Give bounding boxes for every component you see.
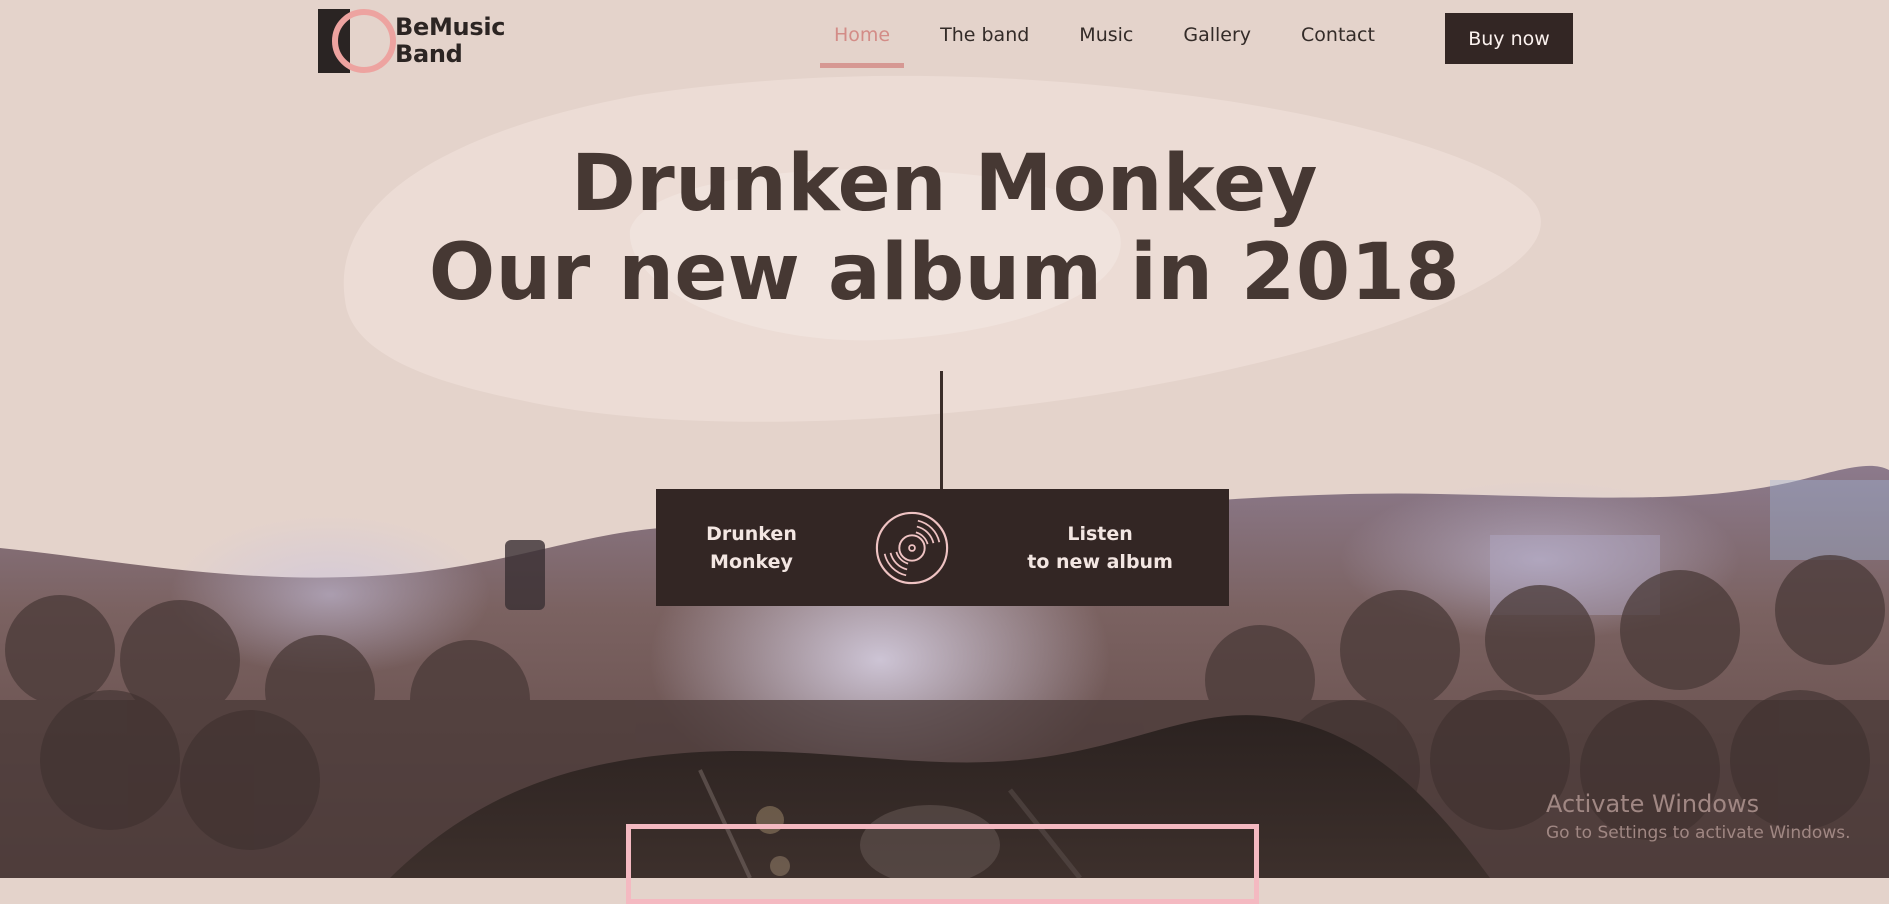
nav-item-home[interactable]: Home [820,0,905,70]
main-nav: Home The band Music Gallery Contact [820,0,1411,70]
nav-item-contact[interactable]: Contact [1287,0,1389,70]
activate-windows-subtitle: Go to Settings to activate Windows. [1546,823,1851,843]
hero-background [0,75,1889,878]
video-frame [626,824,1259,904]
buy-now-button[interactable]: Buy now [1445,13,1573,64]
brand-name-line2: Band [395,40,463,68]
logo-icon [318,9,396,73]
nav-item-the-band[interactable]: The band [926,0,1043,70]
album-name-line2: Monkey [710,550,793,573]
brand-name-line1: BeMusic [395,13,506,41]
album-name-line1: Drunken [706,522,797,545]
brand-logo[interactable]: BeMusic Band [318,8,518,74]
listen-album-link[interactable]: Listen to new album [1027,520,1173,576]
activate-windows-title: Activate Windows [1546,790,1760,818]
vinyl-record-icon[interactable] [873,509,951,587]
listen-link-line2: to new album [1027,550,1173,573]
hero-title: Drunken Monkey Our new album in 2018 [0,140,1889,318]
nav-item-gallery[interactable]: Gallery [1169,0,1265,70]
album-card: Drunken Monkey Listen to new album [656,489,1229,606]
hero-title-line1: Drunken Monkey [571,139,1318,229]
hero-title-line2: Our new album in 2018 [428,228,1461,318]
listen-link-line1: Listen [1067,522,1133,545]
nav-item-music[interactable]: Music [1065,0,1147,70]
album-name: Drunken Monkey [706,520,797,576]
connector-line [940,371,943,489]
brand-name: BeMusic Band [395,14,505,68]
